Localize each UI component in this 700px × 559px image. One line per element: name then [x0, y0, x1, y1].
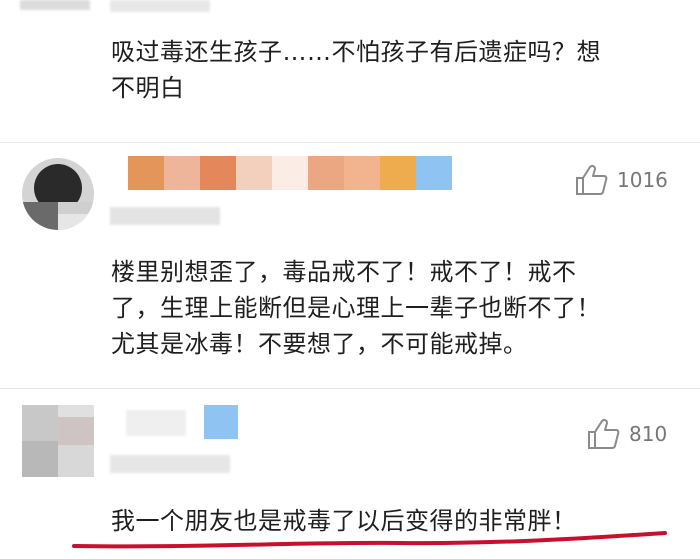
like-count: 810 [629, 422, 668, 446]
avatar[interactable] [22, 405, 94, 477]
divider [0, 388, 700, 389]
comment-text: 吸过毒还生孩子……不怕孩子有后遗症吗？想 不明白 [111, 38, 601, 102]
like-count: 1016 [617, 168, 668, 192]
meta-blurred [110, 0, 210, 12]
like-button[interactable]: 1016 [575, 164, 668, 196]
avatar[interactable] [22, 158, 94, 230]
red-underline-annotation [72, 531, 667, 549]
thumbs-up-icon [576, 164, 608, 195]
username-mosaic[interactable] [128, 154, 458, 194]
username-mosaic[interactable] [120, 400, 260, 440]
timestamp-blurred [110, 455, 230, 473]
username-blurred [20, 0, 90, 10]
like-button[interactable]: 810 [587, 418, 667, 450]
thumbs-up-icon [588, 418, 620, 449]
timestamp-blurred [110, 207, 220, 225]
divider [0, 142, 700, 143]
comment-text: 楼里别想歪了，毒品戒不了！戒不了！戒不 了，生理上能断但是心理上一辈子也断不了！… [111, 258, 601, 358]
